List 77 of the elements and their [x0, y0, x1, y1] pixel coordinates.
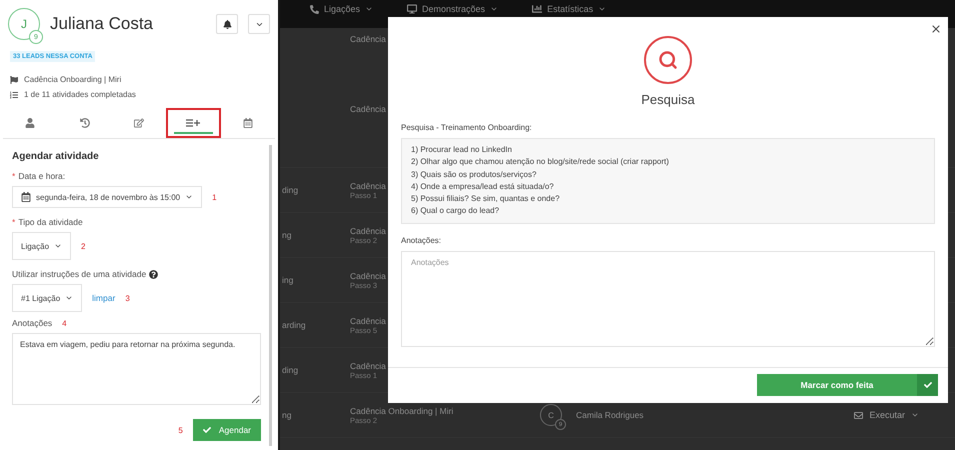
cadence-name: Cadência: [350, 316, 386, 326]
column-header: Cadência: [350, 34, 386, 44]
lead-name: Juliana Costa: [50, 14, 154, 34]
mark-done-button[interactable]: Marcar como feita: [757, 374, 938, 396]
annotation-number: 2: [81, 242, 86, 250]
notes-label: Anotações: [12, 318, 52, 328]
bell-button[interactable]: [216, 14, 238, 34]
flag-icon: [10, 76, 18, 84]
bell-icon: [222, 20, 232, 28]
row-text: ing: [281, 275, 294, 285]
phone-icon: [310, 4, 319, 14]
caret-icon: [185, 193, 194, 201]
search-icon: [644, 36, 692, 84]
cadence-name: Cadência: [350, 104, 386, 114]
instructions-label: Pesquisa - Treinamento Onboarding:: [401, 123, 533, 132]
history-icon: [80, 118, 90, 128]
clear-link[interactable]: limpar: [92, 293, 116, 303]
panel-tab[interactable]: [166, 108, 221, 138]
help-icon: [149, 270, 158, 278]
close-button[interactable]: [930, 23, 942, 35]
annotation-number: 3: [125, 294, 130, 302]
row-text: ng: [281, 410, 292, 420]
row-text: ng: [281, 230, 292, 240]
instruction-line: 6) Qual o cargo do lead?: [411, 205, 500, 218]
date-select[interactable]: segunda-feira, 18 de novembro às 15:00: [12, 186, 202, 208]
list-plus-icon: [186, 119, 200, 127]
instruction-line: 2) Olhar algo que chamou atenção no blog/site/rede social (criar rapport): [411, 156, 670, 168]
caret-icon: [65, 294, 74, 302]
nav-item[interactable]: Demonstrações: [407, 4, 498, 14]
instructions-select[interactable]: #1 Ligação: [12, 284, 82, 312]
calendar-icon: [21, 192, 31, 202]
cadence-name: Cadência Onboarding | Miri: [350, 406, 454, 416]
list-icon: [10, 90, 18, 98]
edit-icon: [134, 118, 144, 128]
instruction-line: 1) Procurar lead no LinkedIn: [411, 144, 513, 156]
caret-icon: [911, 411, 919, 419]
calendar-icon: [242, 118, 253, 128]
cadence-name: Cadência: [350, 360, 386, 370]
instructions-label: Utilizar instruções de uma atividade: [12, 269, 261, 279]
check-icon: [924, 381, 932, 389]
progress-text: 1 de 11 atividades completadas: [24, 90, 136, 99]
chart-icon: [532, 4, 542, 14]
type-select[interactable]: Ligação: [12, 232, 72, 260]
date-label: * Data e hora:: [12, 171, 66, 181]
annotation-number: 5: [178, 426, 183, 434]
annotation-number: 4: [62, 318, 67, 328]
nav-item[interactable]: Ligações: [310, 4, 374, 14]
nav-item[interactable]: Estatísticas: [532, 4, 606, 14]
instruction-line: 5) Possui filiais? Se sim, quantas e onde?: [411, 193, 561, 206]
schedule-button[interactable]: Agendar: [192, 419, 261, 441]
monitor-icon: [407, 4, 418, 14]
modal-title: Pesquisa: [641, 92, 695, 107]
row-text: ding: [281, 365, 300, 375]
caret-icon: [365, 5, 374, 13]
caret-icon: [54, 242, 62, 250]
cadence-name: Cadência: [350, 270, 386, 280]
check-icon: [202, 426, 211, 434]
notes-label: Anotações:: [401, 236, 442, 245]
cadence-name: Cadência: [350, 226, 386, 236]
notes-field[interactable]: Anotações: [401, 250, 935, 347]
cadence-text: Cadência Onboarding | Miri: [24, 75, 122, 84]
type-label: * Tipo da atividade: [12, 217, 84, 227]
envelope-icon: [854, 410, 864, 420]
instruction-line: 4) Onde a empresa/lead está situada/o?: [411, 180, 555, 193]
form-title: Agendar atividade: [12, 151, 100, 162]
annotation-number: 1: [212, 192, 217, 202]
caret-icon: [598, 5, 606, 13]
row-text: ding: [281, 185, 300, 195]
notes-field[interactable]: Estava em viagem, pediu para retornar na próxima segunda.: [12, 333, 261, 405]
cadence-name: Cadência: [350, 180, 386, 190]
execute-button[interactable]: Executar: [848, 409, 925, 421]
person-icon: [25, 118, 36, 128]
instruction-line: 3) Quais são os produtos/serviços?: [411, 168, 538, 181]
lead-name: Camila Rodrigues: [576, 410, 644, 420]
row-text: arding: [281, 320, 307, 330]
close-icon: [930, 23, 942, 35]
caret-icon: [490, 5, 498, 13]
